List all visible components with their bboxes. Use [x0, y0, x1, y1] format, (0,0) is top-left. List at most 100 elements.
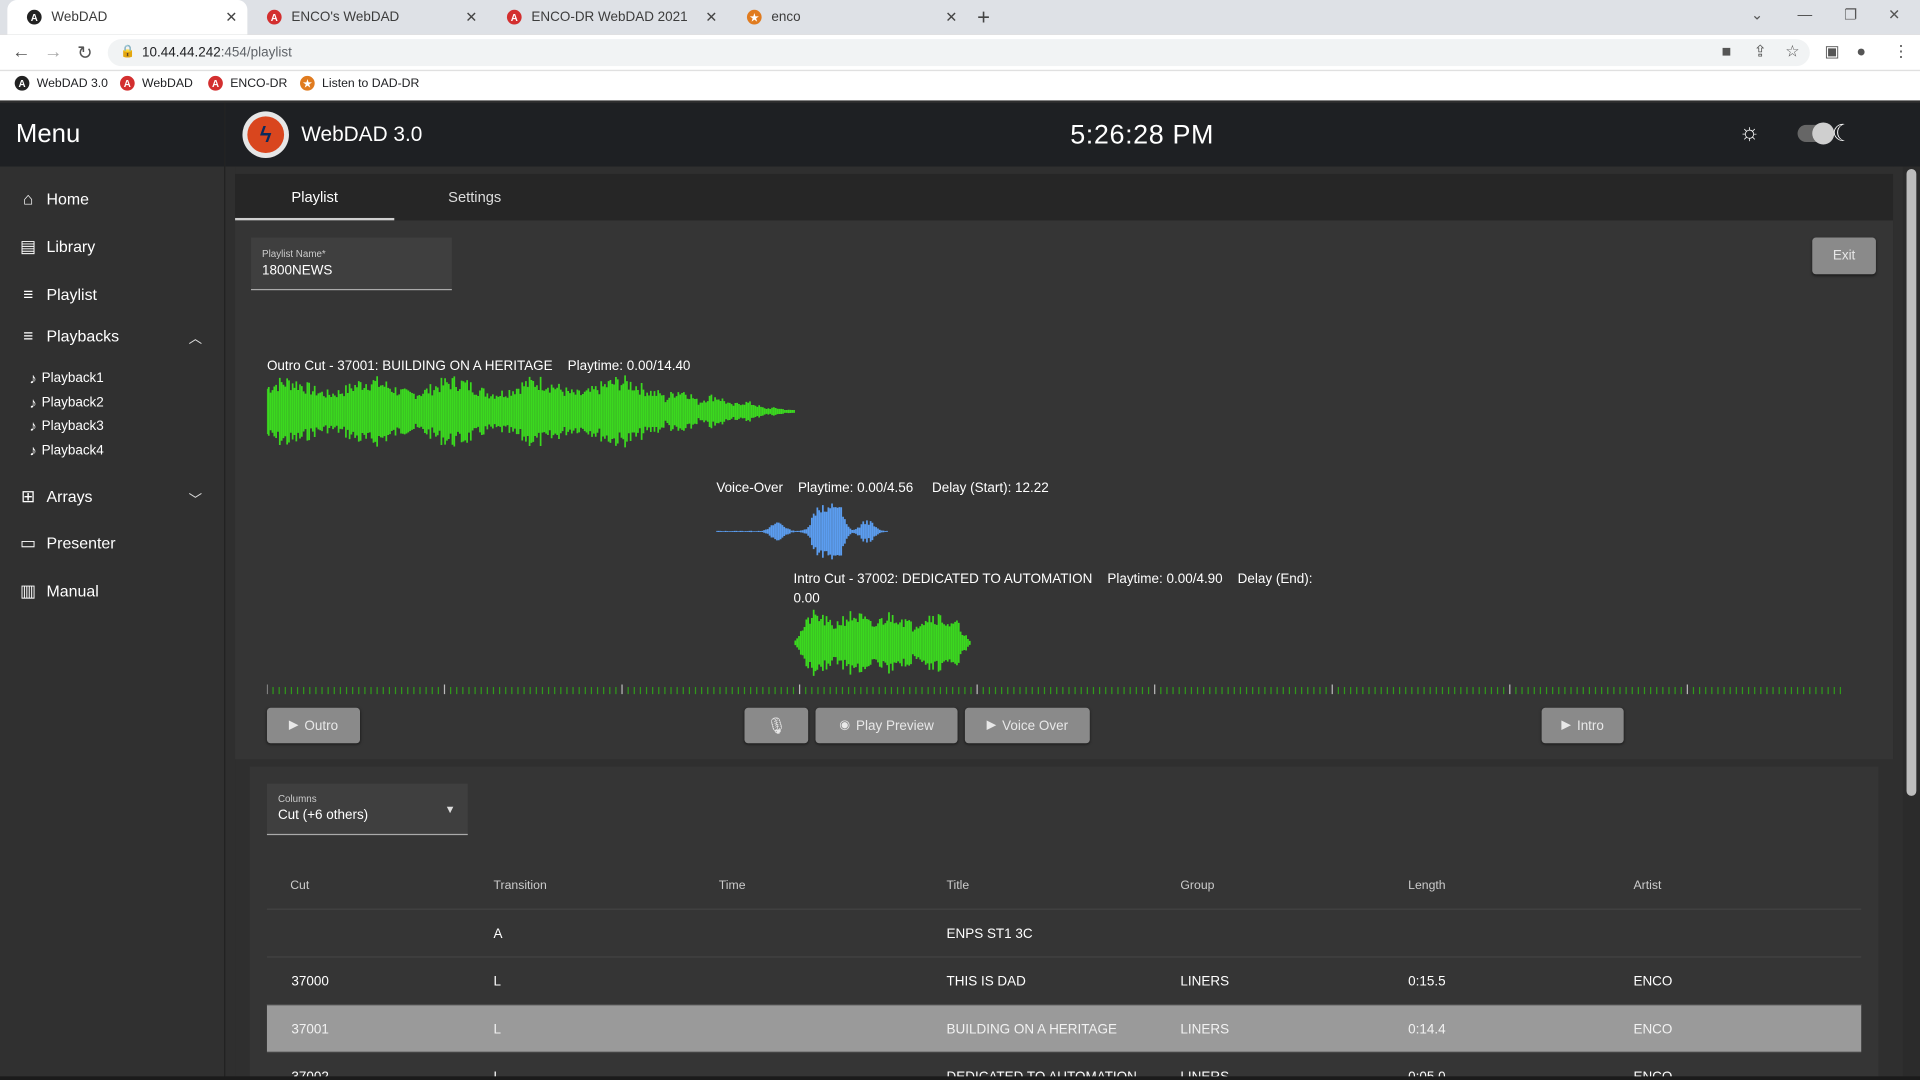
column-header-transition[interactable]: Transition — [493, 879, 546, 892]
camera-icon[interactable]: ■ — [1722, 42, 1732, 60]
browser-tab-title: WebDAD — [51, 9, 108, 25]
table-row-selected[interactable]: 37001 L BUILDING ON A HERITAGE LINERS 0:… — [266, 1004, 1862, 1052]
table-row[interactable]: 37000 L THIS IS DAD LINERS 0:15.5 ENCO — [266, 956, 1862, 1004]
column-header-group[interactable]: Group — [1180, 879, 1214, 892]
close-tab-icon[interactable]: ✕ — [465, 9, 477, 26]
reload-icon[interactable]: ↻ — [77, 42, 92, 64]
webdad-logo: ϟ — [242, 111, 289, 158]
close-tab-icon[interactable]: ✕ — [945, 9, 957, 26]
browser-tab[interactable]: A WebDAD ✕ — [7, 0, 248, 35]
exit-button[interactable]: Exit — [1812, 237, 1876, 275]
forward-icon[interactable]: → — [44, 42, 62, 63]
cell-length: 0:14.4 — [1408, 1022, 1446, 1038]
sidebar-subitem-label: Playback4 — [41, 443, 104, 458]
bookmark-item[interactable]: A WebDAD — [120, 75, 193, 91]
close-window-icon[interactable]: ✕ — [1888, 6, 1900, 23]
columns-select-label: Columns — [277, 793, 317, 805]
share-icon[interactable]: ⇪ — [1753, 42, 1766, 62]
back-icon[interactable]: ← — [12, 42, 30, 63]
new-tab-icon[interactable]: + — [977, 5, 990, 31]
address-bar-row: ← → ↻ 🔒 10.44.44.242:454/playlist ■ ⇪ ☆ … — [0, 34, 1920, 72]
sidebar-item-home[interactable]: ⌂ Home — [17, 189, 89, 209]
bookmark-item[interactable]: ★ Listen to DAD-DR — [300, 75, 420, 91]
sidebar-item-label: Library — [46, 237, 96, 256]
browser-tab[interactable]: A ENCO-DR WebDAD 2021 ✕ — [487, 0, 727, 34]
browser-menu-icon[interactable]: ⋮ — [1893, 42, 1909, 62]
browser-tab[interactable]: A ENCO's WebDAD ✕ — [247, 0, 487, 34]
url-field[interactable]: 🔒 10.44.44.242:454/playlist — [107, 39, 1810, 67]
minimize-icon[interactable]: — — [1798, 6, 1813, 23]
enco-favicon-icon: ★ — [746, 9, 762, 25]
outro-waveform[interactable] — [266, 375, 796, 448]
play-icon: ▶ — [1561, 718, 1571, 733]
microphone-button[interactable]: 🎙 — [744, 707, 809, 744]
scrollbar-thumb[interactable] — [1906, 168, 1917, 796]
theme-toggle[interactable] — [1797, 122, 1835, 145]
bookmark-label: WebDAD — [142, 76, 193, 91]
timeline-ruler — [266, 684, 1842, 695]
sidebar-subitem-playback[interactable]: ♪ Playback3 — [29, 418, 103, 435]
play-preview-button[interactable]: ◉ Play Preview — [815, 707, 958, 744]
speaker-person-icon: ◉ — [839, 718, 850, 733]
sidebar-item-playbacks[interactable]: ≡ Playbacks — [17, 326, 119, 346]
browser-tab-title: ENCO-DR WebDAD 2021 — [531, 9, 688, 25]
close-tab-icon[interactable]: ✕ — [705, 9, 717, 26]
music-note-icon: ♪ — [29, 394, 37, 412]
column-header-time[interactable]: Time — [719, 879, 746, 892]
chevron-down-icon[interactable]: ﹀ — [189, 490, 202, 510]
library-icon: ▤ — [20, 236, 37, 256]
sidebar-item-arrays[interactable]: ⊞ Arrays — [17, 486, 93, 507]
url-host: 10.44.44.242 — [142, 45, 221, 61]
chevron-up-icon[interactable]: ︿ — [189, 328, 202, 348]
music-note-icon: ♪ — [29, 442, 37, 460]
outro-button[interactable]: ▶ Outro — [266, 707, 361, 744]
browser-tab-strip: A WebDAD ✕ A ENCO's WebDAD ✕ A ENCO-DR W… — [0, 0, 1920, 35]
bookmark-label: ENCO-DR — [230, 76, 288, 91]
profile-icon[interactable]: ● — [1856, 42, 1866, 60]
intro-waveform[interactable] — [793, 606, 971, 679]
menu-title: Menu — [0, 102, 225, 167]
sidebar-subitem-playback[interactable]: ♪ Playback4 — [29, 442, 103, 459]
tab-search-icon[interactable]: ⌄ — [1751, 6, 1763, 23]
bookmark-label: Listen to DAD-DR — [322, 76, 420, 91]
voice-over-button[interactable]: ▶ Voice Over — [964, 707, 1090, 744]
table-row[interactable]: A ENPS ST1 3C — [266, 908, 1862, 957]
horizontal-scrollbar[interactable] — [0, 1076, 1920, 1080]
playlist-name-value: 1800NEWS — [262, 263, 333, 278]
voiceover-waveform[interactable] — [716, 497, 888, 566]
playlist-icon: ≡ — [23, 284, 34, 304]
restore-icon[interactable]: ❐ — [1844, 6, 1857, 23]
column-header-title[interactable]: Title — [947, 879, 970, 892]
tab-playlist[interactable]: Playlist — [291, 189, 338, 206]
tab-settings[interactable]: Settings — [448, 189, 501, 206]
bookmark-star-icon[interactable]: ☆ — [1785, 42, 1799, 62]
url-path: :454/playlist — [220, 45, 292, 61]
column-header-cut[interactable]: Cut — [290, 879, 309, 892]
sidebar-item-manual[interactable]: ▥ Manual — [17, 580, 99, 601]
browser-tab-title: enco — [771, 9, 801, 25]
sidebar-subitem-label: Playback2 — [41, 395, 104, 411]
sidebar-subitem-playback[interactable]: ♪ Playback1 — [29, 370, 103, 387]
sidebar-item-presenter[interactable]: ▭ Presenter — [17, 533, 116, 554]
intro-button[interactable]: ▶ Intro — [1541, 707, 1624, 744]
angular-favicon-icon: A — [14, 75, 30, 91]
sidebar-item-playlist[interactable]: ≡ Playlist — [17, 284, 97, 304]
columns-select-value: Cut (+6 others) — [277, 808, 369, 823]
close-tab-icon[interactable]: ✕ — [225, 9, 237, 26]
columns-select[interactable]: Columns Cut (+6 others) ▼ — [266, 783, 468, 836]
playlist-editor-panel: Playlist Name* 1800NEWS Exit Outro Cut -… — [235, 220, 1894, 760]
side-panel-icon[interactable]: ▣ — [1824, 42, 1839, 62]
sidebar-item-library[interactable]: ▤ Library — [17, 236, 95, 257]
column-header-length[interactable]: Length — [1408, 879, 1445, 892]
playlist-name-field[interactable]: Playlist Name* 1800NEWS — [251, 237, 452, 291]
book-icon: ▥ — [20, 580, 37, 601]
sidebar-subitem-playback[interactable]: ♪ Playback2 — [29, 394, 103, 411]
bookmark-item[interactable]: A ENCO-DR — [208, 75, 288, 91]
music-note-icon: ♪ — [29, 417, 37, 435]
page-scrollbar[interactable] — [1902, 166, 1920, 1080]
bookmark-item[interactable]: A WebDAD 3.0 — [14, 75, 108, 91]
cell-group: LINERS — [1180, 974, 1230, 990]
browser-tab[interactable]: ★ enco ✕ — [727, 0, 967, 34]
column-header-artist[interactable]: Artist — [1633, 879, 1661, 892]
cell-group: LINERS — [1180, 1022, 1230, 1038]
